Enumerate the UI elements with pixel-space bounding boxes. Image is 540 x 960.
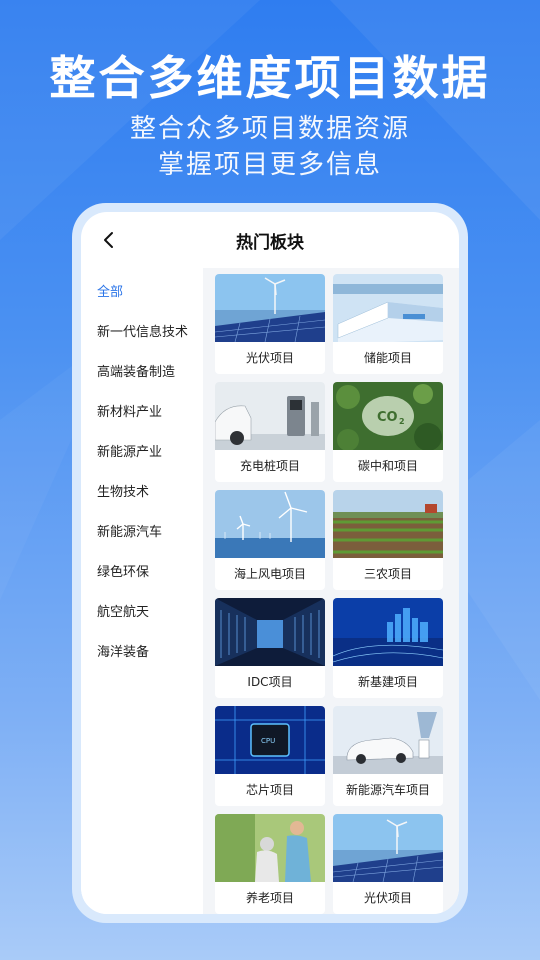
- chip-image: CPU: [215, 706, 325, 774]
- sidebar-item-all[interactable]: 全部: [81, 273, 203, 313]
- project-card[interactable]: 光伏项目: [333, 814, 443, 914]
- server-room-image: [215, 598, 325, 666]
- project-card[interactable]: 新能源汽车项目: [333, 706, 443, 806]
- app-screen: 热门板块 全部 新一代信息技术 高端装备制造 新材料产业 新能源产业 生物技术 …: [81, 212, 459, 914]
- chevron-left-icon[interactable]: [99, 230, 119, 250]
- card-label: 碳中和项目: [357, 459, 418, 473]
- city-network-image: [333, 598, 443, 666]
- card-label: 充电桩项目: [239, 459, 300, 473]
- co2-forest-image: CO 2: [333, 382, 443, 450]
- card-label: IDC项目: [247, 675, 293, 689]
- sidebar-item-next-gen-it[interactable]: 新一代信息技术: [81, 313, 203, 353]
- card-label: 芯片项目: [245, 783, 294, 797]
- project-card[interactable]: 新基建项目: [333, 598, 443, 698]
- promo-subline-1: 整合众多项目数据资源: [129, 114, 410, 144]
- project-card[interactable]: 充电桩项目: [215, 382, 325, 482]
- solar-wind-image: [215, 274, 325, 342]
- farmland-image: [333, 490, 443, 558]
- solar-wind-image: [333, 814, 443, 882]
- charging-station-image: [215, 382, 325, 450]
- card-label: 三农项目: [363, 567, 412, 581]
- promo-headline: 整合多维度项目数据: [49, 51, 491, 105]
- card-label: 新能源汽车项目: [345, 783, 430, 797]
- energy-storage-image: [333, 274, 443, 342]
- project-card[interactable]: 海上风电项目: [215, 490, 325, 590]
- sidebar-item-aerospace[interactable]: 航空航天: [81, 593, 203, 633]
- project-card[interactable]: 养老项目: [215, 814, 325, 914]
- svg-text:CO: CO: [377, 410, 398, 425]
- card-label: 新基建项目: [357, 675, 418, 689]
- card-label: 光伏项目: [363, 891, 412, 905]
- project-card[interactable]: CPU 芯片项目: [215, 706, 325, 806]
- project-card[interactable]: IDC项目: [215, 598, 325, 698]
- card-grid-area: 光伏项目 储能项目 充电桩项目 CO 2 碳中和项目 海上风电项目 三农项目 I…: [203, 268, 459, 914]
- sidebar-item-new-materials[interactable]: 新材料产业: [81, 393, 203, 433]
- project-card[interactable]: 三农项目: [333, 490, 443, 590]
- card-label: 养老项目: [245, 891, 294, 905]
- card-label: 储能项目: [363, 351, 412, 365]
- card-label: 光伏项目: [245, 351, 294, 365]
- card-label: 海上风电项目: [233, 567, 306, 581]
- project-card[interactable]: 储能项目: [333, 274, 443, 374]
- sidebar-item-biotech[interactable]: 生物技术: [81, 473, 203, 513]
- sidebar-item-green-environment[interactable]: 绿色环保: [81, 553, 203, 593]
- offshore-wind-image: [215, 490, 325, 558]
- phone-mockup: 热门板块 全部 新一代信息技术 高端装备制造 新材料产业 新能源产业 生物技术 …: [72, 203, 468, 923]
- promo-subline-2: 掌握项目更多信息: [157, 150, 382, 180]
- svg-text:2: 2: [399, 417, 405, 426]
- elderly-care-image: [215, 814, 325, 882]
- category-sidebar: 全部 新一代信息技术 高端装备制造 新材料产业 新能源产业 生物技术 新能源汽车…: [81, 268, 203, 914]
- project-card[interactable]: CO 2 碳中和项目: [333, 382, 443, 482]
- electric-car-image: [333, 706, 443, 774]
- project-card[interactable]: 光伏项目: [215, 274, 325, 374]
- sidebar-item-new-energy-vehicles[interactable]: 新能源汽车: [81, 513, 203, 553]
- svg-text:CPU: CPU: [261, 737, 275, 745]
- sidebar-item-marine-equipment[interactable]: 海洋装备: [81, 633, 203, 673]
- sidebar-item-new-energy[interactable]: 新能源产业: [81, 433, 203, 473]
- nav-bar: 热门板块: [81, 212, 459, 268]
- sidebar-item-high-end-equipment[interactable]: 高端装备制造: [81, 353, 203, 393]
- project-grid: 光伏项目 储能项目 充电桩项目 CO 2 碳中和项目 海上风电项目 三农项目 I…: [215, 274, 447, 914]
- page-title: 热门板块: [236, 232, 304, 253]
